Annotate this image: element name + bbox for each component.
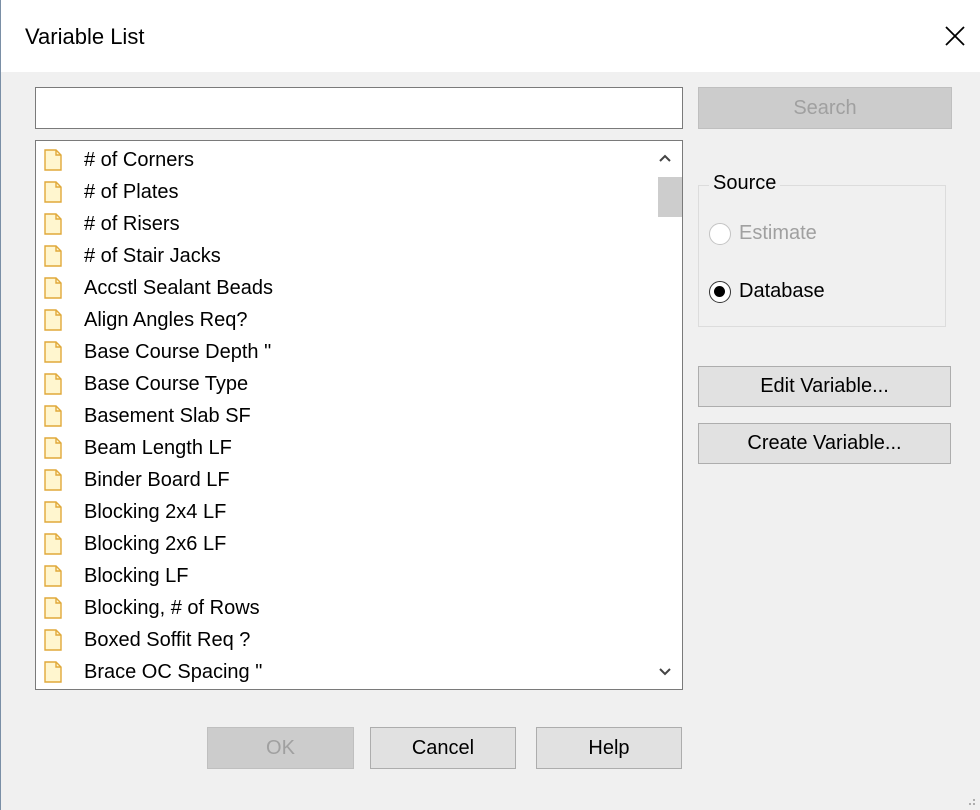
search-button[interactable]: Search [698,87,952,129]
list-item[interactable]: # of Risers [36,208,644,240]
source-group: Source Estimate Database [698,172,946,327]
list-item[interactable]: Boxed Soffit Req ? [36,624,644,656]
create-variable-button[interactable]: Create Variable... [698,423,951,464]
list-item-label: Beam Length LF [84,436,232,459]
list-item[interactable]: Accstl Sealant Beads [36,272,644,304]
list-item[interactable]: Brace OC Spacing " [36,656,644,688]
document-icon [44,629,62,651]
ok-button[interactable]: OK [207,727,354,769]
list-item[interactable]: Base Course Type [36,368,644,400]
resize-grip-icon[interactable] [966,796,976,806]
list-item[interactable]: Beam Length LF [36,432,644,464]
document-icon [44,149,62,171]
list-item-label: Blocking 2x6 LF [84,532,227,555]
document-icon [44,565,62,587]
database-radio[interactable]: Database [709,280,825,303]
list-item-label: # of Stair Jacks [84,244,221,267]
list-item-label: # of Risers [84,212,180,235]
dialog-title: Variable List [25,24,145,49]
document-icon [44,181,62,203]
list-item-label: Base Course Type [84,372,249,395]
list-item-label: # of Corners [84,148,195,171]
chevron-down-icon [659,668,671,676]
document-icon [44,341,62,363]
scroll-down-button[interactable] [648,655,682,689]
document-icon [44,373,62,395]
variable-list-items: # of Corners # of Plates # of Risers # of S… [36,144,644,688]
list-item[interactable]: Blocking 2x4 LF [36,496,644,528]
list-item[interactable]: Blocking, # of Rows [36,592,644,624]
document-icon [44,501,62,523]
radio-unchecked-icon [709,222,731,245]
title-bar: Variable List [1,0,980,72]
variable-list[interactable]: # of Corners # of Plates # of Risers # of S… [35,140,683,690]
list-item-label: # of Plates [84,180,179,203]
help-button[interactable]: Help [536,727,682,769]
list-item[interactable]: Align Angles Req? [36,304,644,336]
list-item[interactable]: Binder Board LF [36,464,644,496]
radio-checked-icon [709,280,731,303]
list-item-label: Blocking LF [84,564,189,587]
list-item[interactable]: Blocking LF [36,560,644,592]
list-item-label: Boxed Soffit Req ? [84,628,251,651]
estimate-radio-label: Estimate [739,222,817,244]
document-icon [44,277,62,299]
document-icon [44,437,62,459]
document-icon [44,661,62,683]
list-item[interactable]: # of Stair Jacks [36,240,644,272]
list-item[interactable]: Base Course Depth " [36,336,644,368]
document-icon [44,213,62,235]
edit-variable-button[interactable]: Edit Variable... [698,366,951,407]
list-item-label: Blocking, # of Rows [84,596,260,619]
list-item-label: Accstl Sealant Beads [84,276,273,299]
document-icon [44,597,62,619]
list-item[interactable]: Blocking 2x6 LF [36,528,644,560]
estimate-radio[interactable]: Estimate [709,222,817,245]
document-icon [44,469,62,491]
database-radio-label: Database [739,280,825,302]
list-item-label: Basement Slab SF [84,404,251,427]
list-item-label: Base Course Depth " [84,340,272,363]
chevron-up-icon [659,154,671,162]
list-item-label: Brace OC Spacing " [84,660,263,683]
document-icon [44,309,62,331]
scroll-thumb[interactable] [658,177,682,217]
list-item[interactable]: # of Plates [36,176,644,208]
list-item[interactable]: Basement Slab SF [36,400,644,432]
cancel-button[interactable]: Cancel [370,727,516,769]
list-item-label: Align Angles Req? [84,308,248,331]
list-item-label: Binder Board LF [84,468,230,491]
document-icon [44,245,62,267]
close-button[interactable] [935,14,975,58]
list-item[interactable]: # of Corners [36,144,644,176]
scroll-up-button[interactable] [648,141,682,175]
document-icon [44,405,62,427]
scrollbar[interactable] [648,141,682,689]
list-item-label: Blocking 2x4 LF [84,500,227,523]
variable-list-dialog: Variable List Search # of Corners # of Pl… [0,0,980,810]
search-input[interactable] [35,87,683,129]
document-icon [44,533,62,555]
source-group-label: Source [709,172,781,195]
close-icon [945,26,965,46]
